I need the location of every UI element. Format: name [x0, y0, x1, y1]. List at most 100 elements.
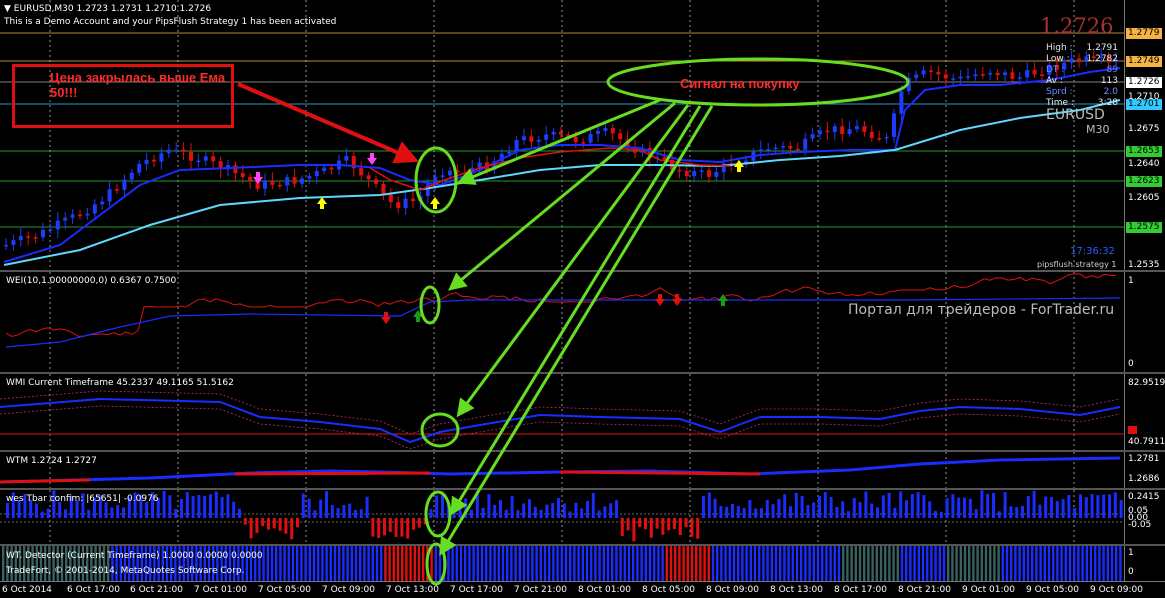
wei-indicator-pane[interactable] — [0, 272, 1124, 372]
detector-bar — [732, 546, 736, 581]
wes-bar — [272, 518, 276, 529]
wes-indicator-pane[interactable] — [0, 490, 1124, 544]
detector-bar — [1056, 546, 1059, 581]
candle-body — [211, 156, 216, 162]
high-value: 1.2791 — [1086, 43, 1119, 53]
detector-bar — [543, 546, 547, 581]
wes-bar — [464, 498, 468, 518]
candle-body — [277, 184, 282, 187]
detector-bar — [422, 546, 425, 581]
detector-bar — [1081, 546, 1084, 581]
wes-bar — [818, 495, 821, 518]
detector-bar — [837, 546, 841, 581]
detector-bar — [1102, 546, 1105, 581]
wes-bar — [876, 507, 879, 518]
detector-bar — [493, 546, 496, 581]
detector-bar — [753, 546, 757, 581]
wes-bar — [325, 491, 328, 518]
detector-bar — [959, 546, 962, 581]
wes-bar — [731, 503, 734, 518]
detector-bar — [909, 546, 912, 581]
wes-bar — [864, 491, 868, 518]
av-value: 113 — [1100, 76, 1118, 86]
wes-bar — [702, 495, 705, 518]
wtm-axis-top: 1.2781 — [1128, 454, 1160, 464]
detector-bar — [317, 546, 320, 581]
wmi-axis-bottom: 40.7911 — [1128, 437, 1165, 447]
detector-bar — [392, 546, 395, 581]
candle-body — [270, 180, 275, 185]
dropdown-triangle-icon[interactable]: ▼ — [4, 4, 11, 14]
wes-bar — [1102, 494, 1106, 518]
detector-bar — [745, 546, 748, 581]
wes-bar — [533, 506, 537, 518]
detector-bar — [514, 546, 517, 581]
candle-body — [781, 146, 785, 148]
detector-bar — [434, 546, 437, 581]
wes-bar — [116, 504, 120, 518]
wes-bar — [1090, 494, 1094, 518]
detector-bar — [938, 546, 941, 581]
price-level-label: 1.2653 — [1126, 146, 1162, 157]
arrow-up-icon — [413, 310, 423, 322]
detector-bar — [686, 546, 689, 581]
detector-bar — [1068, 546, 1072, 581]
detector-bar — [501, 546, 505, 581]
candle-body — [988, 72, 993, 75]
detector-bar — [661, 546, 664, 581]
wes-bar — [1055, 501, 1059, 518]
detector-bar — [602, 546, 605, 581]
main-chart-pane[interactable] — [0, 0, 1124, 270]
wes-bar — [336, 508, 340, 518]
candle-body — [522, 136, 526, 141]
wei-axis — [1124, 272, 1165, 372]
detector-bar — [401, 546, 404, 581]
wes-bar — [736, 506, 740, 518]
wes-bar — [789, 506, 792, 518]
wes-bar — [278, 518, 282, 531]
wes-bar — [220, 497, 224, 518]
wes-bar — [980, 490, 984, 518]
detector-bar — [338, 546, 341, 581]
detector-bar — [749, 546, 752, 581]
wtm-canvas — [0, 452, 1121, 488]
candle-body — [973, 74, 978, 77]
candle-body — [159, 153, 164, 162]
detector-bar — [875, 546, 878, 581]
wes-bar — [475, 490, 479, 518]
detector-bar — [1010, 546, 1013, 581]
detector-bar — [627, 546, 631, 581]
detector-bar — [879, 546, 883, 581]
wes-bar — [243, 518, 247, 525]
detector-bar — [1014, 546, 1017, 581]
candle-body — [596, 130, 600, 134]
candle-body — [33, 237, 38, 239]
time-tick-label: 9 Oct 09:00 — [1090, 585, 1143, 595]
detector-bar — [375, 546, 379, 581]
wes-bar — [296, 518, 299, 528]
candle-body — [795, 148, 800, 151]
detector-bar — [291, 546, 295, 581]
detector-bar — [858, 546, 862, 581]
wes-bar — [470, 509, 473, 518]
wtm-indicator-pane[interactable] — [0, 452, 1124, 488]
detector-bar — [951, 546, 954, 581]
wes-bar — [939, 511, 943, 518]
wes-bar — [162, 490, 166, 518]
candle-body — [847, 129, 852, 135]
info-panel: High :1.2791 Low :1.2782 DT :89 Av :113 … — [1046, 43, 1118, 109]
wes-bar — [684, 518, 688, 528]
detector-bar — [640, 546, 643, 581]
wes-bar — [191, 496, 195, 518]
wes-bar — [354, 509, 357, 518]
wes-bar — [348, 503, 352, 518]
detector-bar — [480, 546, 484, 581]
candle-body — [203, 156, 208, 161]
wmi-main-line — [0, 397, 1121, 444]
detector-bar — [459, 546, 463, 581]
price-tick: 1.2640 — [1128, 159, 1160, 169]
detector-bar — [1031, 546, 1034, 581]
wes-bar — [342, 505, 346, 518]
time-tick-label: 6 Oct 17:00 — [67, 585, 120, 595]
detector-bar — [346, 546, 349, 581]
